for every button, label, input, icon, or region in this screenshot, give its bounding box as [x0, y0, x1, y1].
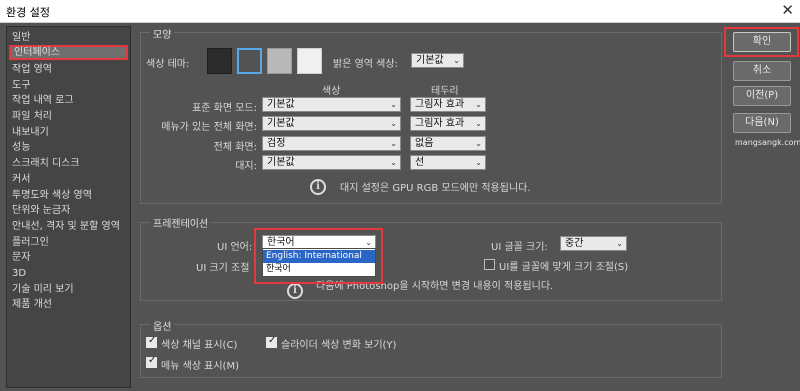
- show-menu-colors-checkbox[interactable]: [146, 355, 157, 368]
- border-column-header: 테두리: [431, 86, 459, 97]
- sidebar-item-units-rulers[interactable]: 단위와 눈금자: [12, 203, 70, 218]
- sidebar-item-guides-grid-slices[interactable]: 안내선, 격자 및 분할 영역: [12, 219, 120, 234]
- color-column-header: 색상: [322, 86, 341, 97]
- full-screen-with-menus-label: 메뉴가 있는 전체 화면:: [161, 122, 257, 133]
- chevron-down-icon: ⌄: [390, 119, 397, 128]
- preferences-category-list: 일반 인터페이스 작업 영역 도구 작업 내역 로그 파일 처리 내보내기 성능…: [6, 26, 131, 388]
- window-title: 환경 설정: [6, 6, 50, 19]
- ok-button[interactable]: 확인: [733, 32, 791, 52]
- sidebar-item-export[interactable]: 내보내기: [12, 125, 49, 140]
- artboards-color-select[interactable]: 기본값 ⌄: [262, 155, 401, 170]
- sidebar-item-type[interactable]: 문자: [12, 250, 30, 265]
- ui-scale-label: UI 크기 조절: [196, 263, 250, 274]
- full-screen-color-value: 검정: [267, 138, 286, 149]
- sidebar-item-technology-previews[interactable]: 기술 미리 보기: [12, 282, 74, 297]
- ui-language-value: 한국어: [267, 237, 295, 248]
- full-screen-border-select[interactable]: 없음 ⌄: [410, 136, 486, 151]
- chevron-down-icon: ⌄: [475, 100, 482, 109]
- presentation-section-title: 프레젠테이션: [150, 215, 212, 230]
- ui-language-label: UI 언어:: [217, 242, 253, 253]
- sidebar-item-transparency-gamut[interactable]: 투명도와 색상 영역: [12, 188, 92, 203]
- sidebar-item-workspace[interactable]: 작업 영역: [12, 62, 52, 77]
- chevron-down-icon: ⌄: [475, 158, 482, 167]
- highlight-color-select[interactable]: 기본값 ⌄: [411, 53, 464, 68]
- sidebar-item-performance[interactable]: 성능: [12, 140, 30, 155]
- cancel-button[interactable]: 취소: [733, 61, 791, 81]
- highlight-color-label: 밝은 영역 색상:: [333, 59, 398, 70]
- sidebar-item-product-improvement[interactable]: 제품 개선: [12, 297, 52, 312]
- show-channels-in-color-label: 색상 채널 표시(C): [161, 340, 238, 351]
- sidebar-item-cursors[interactable]: 커서: [12, 172, 30, 187]
- sidebar-item-general[interactable]: 일반: [12, 30, 30, 45]
- full-screen-border-value: 없음: [415, 138, 434, 149]
- chevron-down-icon: ⌄: [475, 139, 482, 148]
- ui-font-size-label: UI 글꼴 크기:: [491, 242, 548, 253]
- chevron-down-icon: ⌄: [390, 139, 397, 148]
- full-screen-with-menus-border-select[interactable]: 그림자 효과 ⌄: [410, 116, 486, 131]
- sidebar-item-tools[interactable]: 도구: [12, 78, 30, 93]
- standard-screen-mode-color-value: 기본값: [267, 99, 295, 110]
- artboards-label: 대지:: [235, 161, 257, 172]
- title-bar: 환경 설정 ✕: [0, 0, 800, 23]
- artboard-info-text: 대지 설정은 GPU RGB 모드에만 적용됩니다.: [340, 183, 531, 194]
- artboards-color-value: 기본값: [267, 157, 295, 168]
- artboards-border-value: 선: [415, 157, 425, 168]
- sidebar-item-plugins[interactable]: 플러그인: [12, 235, 49, 250]
- scale-to-font-checkbox[interactable]: [484, 259, 495, 270]
- standard-screen-mode-border-value: 그림자 효과: [415, 99, 465, 110]
- sidebar-item-file-handling[interactable]: 파일 처리: [12, 109, 52, 124]
- show-channels-in-color-checkbox[interactable]: [146, 335, 157, 348]
- standard-screen-mode-border-select[interactable]: 그림자 효과 ⌄: [410, 97, 486, 112]
- restart-info-text: 다음에 Photoshop을 시작하면 변경 내용이 적용됩니다.: [316, 281, 554, 292]
- chevron-down-icon: ⌄: [453, 56, 460, 65]
- sidebar-item-3d[interactable]: 3D: [12, 266, 26, 281]
- artboards-border-select[interactable]: 선 ⌄: [410, 155, 486, 170]
- highlight-color-value: 기본값: [416, 55, 444, 66]
- full-screen-label: 전체 화면:: [213, 142, 257, 153]
- language-option-english[interactable]: English: International: [263, 250, 375, 263]
- close-icon[interactable]: ✕: [781, 1, 794, 19]
- info-icon: i: [310, 179, 326, 195]
- show-menu-colors-label: 메뉴 색상 표시(M): [161, 361, 239, 372]
- ui-font-size-select[interactable]: 중간 ⌄: [560, 236, 627, 251]
- theme-swatch-medium-light[interactable]: [267, 48, 292, 74]
- standard-screen-mode-color-select[interactable]: 기본값 ⌄: [262, 97, 401, 112]
- full-screen-with-menus-border-value: 그림자 효과: [415, 118, 465, 129]
- sidebar-item-history-log[interactable]: 작업 내역 로그: [12, 93, 74, 108]
- color-theme-label: 색상 테마:: [146, 59, 190, 70]
- dynamic-color-sliders-label: 슬라이더 색상 변화 보기(Y): [281, 340, 397, 351]
- ui-font-size-value: 중간: [565, 238, 584, 249]
- chevron-down-icon: ⌄: [475, 119, 482, 128]
- full-screen-with-menus-color-value: 기본값: [267, 118, 295, 129]
- dynamic-color-sliders-checkbox[interactable]: [266, 335, 277, 348]
- standard-screen-mode-label: 표준 화면 모드:: [192, 103, 257, 114]
- info-icon: i: [287, 283, 303, 299]
- watermark-text: mangsangk.com: [735, 138, 800, 147]
- language-option-korean[interactable]: 한국어: [263, 263, 375, 276]
- theme-swatch-darkest[interactable]: [207, 48, 232, 74]
- full-screen-with-menus-color-select[interactable]: 기본값 ⌄: [262, 116, 401, 131]
- next-button[interactable]: 다음(N): [733, 113, 791, 133]
- sidebar-item-scratch-disks[interactable]: 스크래치 디스크: [12, 156, 80, 171]
- options-section-title: 옵션: [150, 318, 175, 333]
- chevron-down-icon: ⌄: [390, 100, 397, 109]
- sidebar-item-interface[interactable]: 인터페이스: [9, 45, 128, 60]
- chevron-down-icon: ⌄: [616, 239, 623, 248]
- full-screen-color-select[interactable]: 검정 ⌄: [262, 136, 401, 151]
- appearance-section-title: 모양: [150, 26, 175, 41]
- chevron-down-icon: ⌄: [390, 158, 397, 167]
- ui-language-dropdown-list: English: International 한국어: [262, 248, 376, 277]
- scale-to-font-label: UI를 글꼴에 맞게 크기 조절(S): [499, 262, 629, 273]
- theme-swatch-lightest[interactable]: [297, 48, 322, 74]
- theme-swatch-medium-dark[interactable]: [237, 48, 262, 74]
- prev-button[interactable]: 이전(P): [733, 86, 791, 106]
